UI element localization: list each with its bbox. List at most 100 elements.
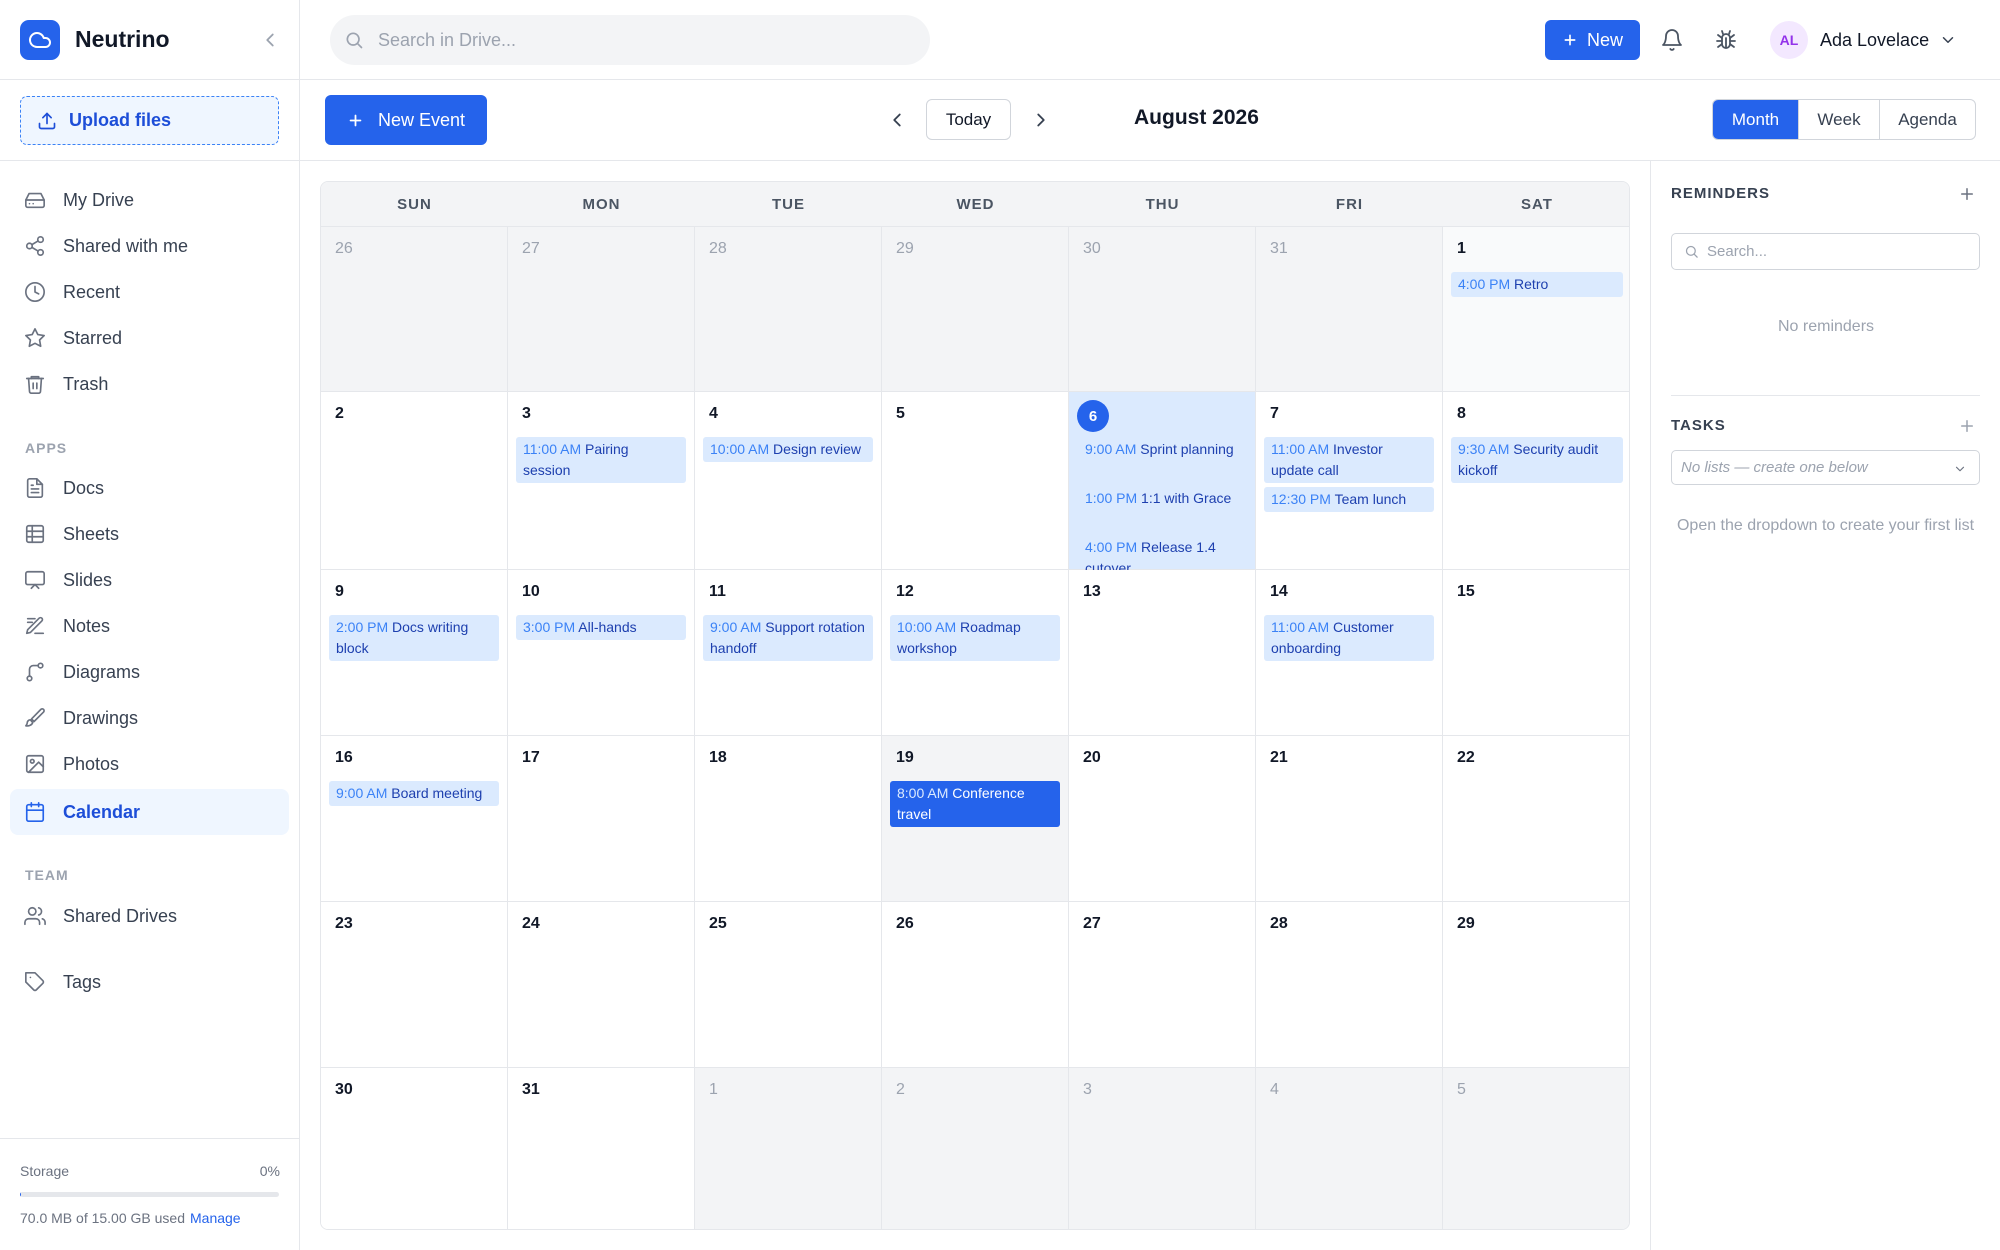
- calendar-event[interactable]: 8:00 AM Conference travel: [890, 781, 1060, 827]
- sidebar-item-label: Starred: [63, 327, 123, 348]
- day-number: 3: [1083, 1081, 1092, 1098]
- calendar-event[interactable]: 3:00 PM All-hands: [516, 615, 686, 640]
- day-cell[interactable]: 8 9:30 AM Security audit kickoff: [1443, 392, 1629, 570]
- sidebar-item-label: Recent: [63, 281, 121, 302]
- sidebar-item-starred[interactable]: Starred: [10, 315, 289, 361]
- drive-search-input[interactable]: Search in Drive...: [330, 15, 930, 65]
- day-cell[interactable]: 14 11:00 AM Customer onboarding: [1256, 570, 1443, 736]
- next-month-chevron-right-icon[interactable]: [1030, 109, 1052, 131]
- calendar-event[interactable]: 9:00 AM Sprint planning: [1077, 437, 1247, 462]
- calendar-event[interactable]: 10:00 AM Roadmap workshop: [890, 615, 1060, 661]
- sidebar-item-diagrams[interactable]: Diagrams: [10, 649, 289, 695]
- day-cell[interactable]: 30: [1069, 227, 1256, 392]
- sidebar-item-calendar[interactable]: Calendar: [10, 789, 289, 835]
- sidebar-item-recent[interactable]: Recent: [10, 269, 289, 315]
- day-cell[interactable]: 2: [882, 1068, 1069, 1229]
- day-cell[interactable]: 17: [508, 736, 695, 902]
- day-cell[interactable]: 11 9:00 AM Support rotation handoff: [695, 570, 882, 736]
- day-cell[interactable]: 28: [695, 227, 882, 392]
- sidebar-item-tags[interactable]: Tags: [10, 959, 289, 1005]
- day-cell[interactable]: 30: [321, 1068, 508, 1229]
- day-cell[interactable]: 31: [508, 1068, 695, 1229]
- sidebar-item-shared-drives[interactable]: Shared Drives: [10, 893, 289, 939]
- sidebar-item-label: Tags: [63, 971, 102, 992]
- calendar-event[interactable]: 9:30 AM Security audit kickoff: [1451, 437, 1623, 483]
- calendar-event[interactable]: 11:00 AM Pairing session: [516, 437, 686, 483]
- day-cell[interactable]: 20: [1069, 736, 1256, 902]
- calendar-event[interactable]: 9:00 AM Support rotation handoff: [703, 615, 873, 661]
- day-cell[interactable]: 29: [882, 227, 1069, 392]
- sidebar-item-slides[interactable]: Slides: [10, 557, 289, 603]
- day-cell[interactable]: 5: [882, 392, 1069, 570]
- sidebar-item-sheets[interactable]: Sheets: [10, 511, 289, 557]
- day-cell[interactable]: 1 4:00 PM Retro: [1443, 227, 1629, 392]
- manage-storage-link[interactable]: Manage: [190, 1210, 241, 1226]
- view-agenda-button[interactable]: Agenda: [1879, 100, 1975, 139]
- sidebar-item-docs[interactable]: Docs: [10, 465, 289, 511]
- star-icon: [25, 328, 45, 348]
- day-cell[interactable]: 24: [508, 902, 695, 1068]
- day-cell[interactable]: 26: [882, 902, 1069, 1068]
- slides-icon: [25, 570, 45, 590]
- day-cell[interactable]: 4: [1256, 1068, 1443, 1229]
- today-button[interactable]: Today: [926, 99, 1011, 140]
- cloud-logo-icon[interactable]: [20, 20, 60, 60]
- reminders-search-input[interactable]: Search...: [1671, 233, 1980, 270]
- day-cell[interactable]: 1: [695, 1068, 882, 1229]
- day-cell[interactable]: 16 9:00 AM Board meeting: [321, 736, 508, 902]
- sidebar-item-notes[interactable]: Notes: [10, 603, 289, 649]
- upload-files-button[interactable]: Upload files: [20, 96, 279, 145]
- bell-icon[interactable]: [1660, 28, 1684, 52]
- new-event-button[interactable]: New Event: [325, 95, 487, 145]
- calendar-event[interactable]: 12:30 PM Team lunch: [1264, 487, 1434, 512]
- calendar-event[interactable]: 4:00 PM Retro: [1451, 272, 1623, 297]
- day-cell[interactable]: 3 11:00 AM Pairing session: [508, 392, 695, 570]
- day-cell[interactable]: 6 9:00 AM Sprint planning 1:00 PM 1:1 with…: [1069, 392, 1256, 576]
- calendar-event[interactable]: 10:00 AM Design review: [703, 437, 873, 462]
- new-button[interactable]: New: [1545, 20, 1640, 60]
- day-cell[interactable]: 12 10:00 AM Roadmap workshop: [882, 570, 1069, 736]
- day-cell[interactable]: 27: [508, 227, 695, 392]
- bug-icon[interactable]: [1714, 28, 1738, 52]
- day-cell[interactable]: 5: [1443, 1068, 1629, 1229]
- calendar-event[interactable]: 2:00 PM Docs writing block: [329, 615, 499, 661]
- day-cell[interactable]: 4 10:00 AM Design review: [695, 392, 882, 570]
- sidebar-item-my-drive[interactable]: My Drive: [10, 177, 289, 223]
- sidebar-item-drawings[interactable]: Drawings: [10, 695, 289, 741]
- day-cell[interactable]: 21: [1256, 736, 1443, 902]
- event-time: 9:00 AM: [710, 619, 762, 635]
- sidebar-item-shared-with-me[interactable]: Shared with me: [10, 223, 289, 269]
- add-reminder-plus-icon[interactable]: [1958, 185, 1976, 203]
- calendar-event[interactable]: 9:00 AM Board meeting: [329, 781, 499, 806]
- view-week-button[interactable]: Week: [1798, 100, 1879, 139]
- sidebar-item-trash[interactable]: Trash: [10, 361, 289, 407]
- day-cell[interactable]: 22: [1443, 736, 1629, 902]
- day-cell[interactable]: 3: [1069, 1068, 1256, 1229]
- day-cell[interactable]: 13: [1069, 570, 1256, 736]
- day-cell[interactable]: 7 11:00 AM Investor update call 12:30 PM T…: [1256, 392, 1443, 570]
- day-cell[interactable]: 18: [695, 736, 882, 902]
- prev-month-chevron-left-icon[interactable]: [886, 109, 908, 131]
- task-list-select[interactable]: No lists — create one below: [1671, 450, 1980, 485]
- calendar-event[interactable]: 1:00 PM 1:1 with Grace: [1077, 486, 1247, 511]
- day-cell[interactable]: 28: [1256, 902, 1443, 1068]
- add-task-plus-icon[interactable]: [1958, 417, 1976, 435]
- day-cell[interactable]: 25: [695, 902, 882, 1068]
- day-cell[interactable]: 29: [1443, 902, 1629, 1068]
- view-month-button[interactable]: Month: [1713, 100, 1798, 139]
- users-icon: [24, 906, 46, 926]
- sidebar-item-photos[interactable]: Photos: [10, 741, 289, 787]
- day-cell[interactable]: 2: [321, 392, 508, 570]
- day-cell[interactable]: 27: [1069, 902, 1256, 1068]
- day-cell[interactable]: 9 2:00 PM Docs writing block: [321, 570, 508, 736]
- day-cell[interactable]: 31: [1256, 227, 1443, 392]
- day-cell[interactable]: 10 3:00 PM All-hands: [508, 570, 695, 736]
- calendar-event[interactable]: 11:00 AM Customer onboarding: [1264, 615, 1434, 661]
- collapse-sidebar-icon[interactable]: [259, 29, 281, 51]
- day-cell[interactable]: 15: [1443, 570, 1629, 736]
- day-cell[interactable]: 26: [321, 227, 508, 392]
- user-menu[interactable]: AL Ada Lovelace: [1770, 20, 1957, 60]
- calendar-event[interactable]: 11:00 AM Investor update call: [1264, 437, 1434, 483]
- day-cell[interactable]: 23: [321, 902, 508, 1068]
- day-cell[interactable]: 19 8:00 AM Conference travel: [882, 736, 1069, 902]
